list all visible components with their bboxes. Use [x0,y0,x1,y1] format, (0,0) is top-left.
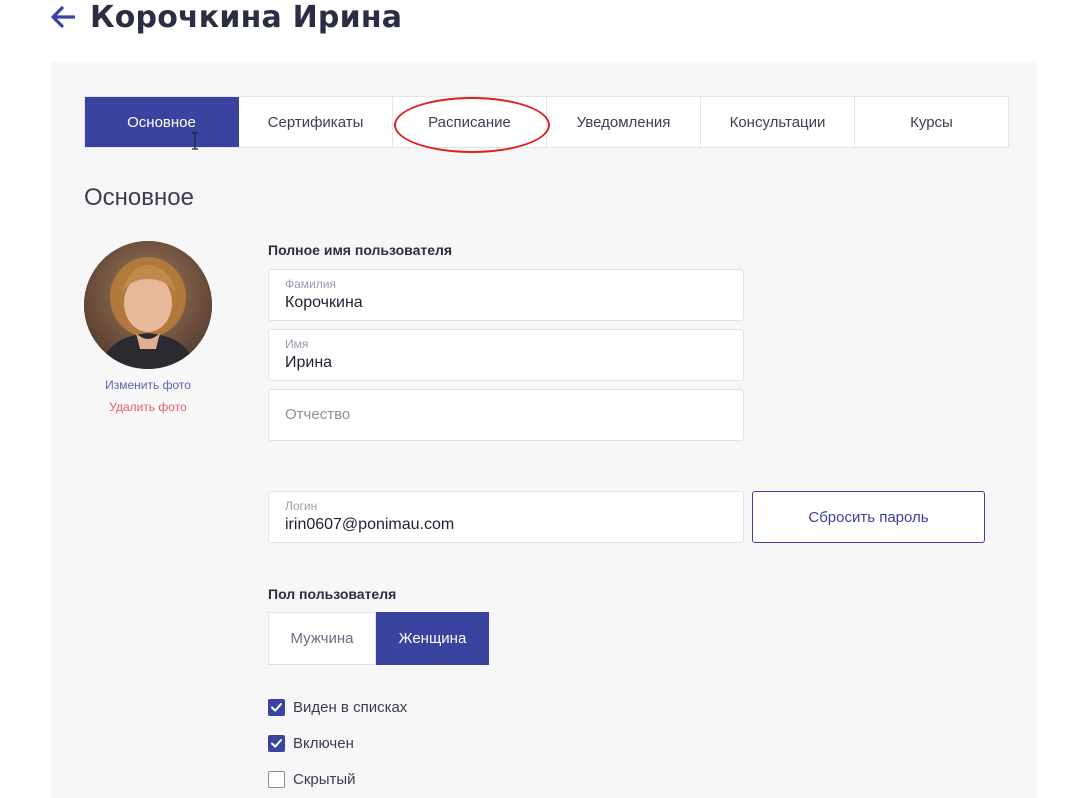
reset-password-button[interactable]: Сбросить пароль [752,491,985,543]
visible-in-lists-checkbox-row[interactable]: Виден в списках [268,699,407,716]
visible-in-lists-checkbox[interactable] [268,699,285,716]
last-name-field[interactable]: Фамилия Корочкина [268,269,744,321]
gender-heading: Пол пользователя [268,586,397,602]
login-field[interactable]: Логин irin0607@ponimau.com [268,491,744,543]
login-label: Логин [285,499,318,513]
last-name-value: Корочкина [285,294,363,311]
tab-courses[interactable]: Курсы [855,97,1008,147]
tab-schedule[interactable]: Расписание [393,97,547,147]
enabled-checkbox-row[interactable]: Включен [268,735,354,752]
hidden-checkbox[interactable] [268,771,285,788]
hidden-label: Скрытый [293,771,356,788]
last-name-label: Фамилия [285,277,336,291]
middle-name-field[interactable]: Отчество [268,389,744,441]
section-title: Основное [84,184,194,211]
enabled-label: Включен [293,735,354,752]
back-arrow-icon[interactable] [50,4,76,30]
change-photo-link[interactable]: Изменить фото [84,378,212,392]
first-name-field[interactable]: Имя Ирина [268,329,744,381]
page-title: Корочкина Ирина [90,0,403,35]
page-header: Корочкина Ирина [50,0,403,35]
tab-notifications[interactable]: Уведомления [547,97,701,147]
delete-photo-link[interactable]: Удалить фото [84,400,212,414]
gender-option-female[interactable]: Женщина [376,612,489,665]
first-name-value: Ирина [285,354,333,371]
user-avatar [84,241,212,369]
gender-option-male[interactable]: Мужчина [268,612,376,665]
profile-card: Основное Сертификаты Расписание Уведомле… [50,62,1037,798]
hidden-checkbox-row[interactable]: Скрытый [268,771,356,788]
tab-certificates[interactable]: Сертификаты [239,97,393,147]
checkmark-icon [271,739,282,748]
checkmark-icon [271,703,282,712]
visible-in-lists-label: Виден в списках [293,699,408,716]
middle-name-placeholder: Отчество [285,406,351,423]
enabled-checkbox[interactable] [268,735,285,752]
gender-toggle: Мужчина Женщина [268,612,489,665]
tab-main[interactable]: Основное [85,97,239,147]
login-value: irin0607@ponimau.com [285,516,455,533]
full-name-heading: Полное имя пользователя [268,242,453,258]
first-name-label: Имя [285,337,309,351]
tab-bar: Основное Сертификаты Расписание Уведомле… [84,96,1009,148]
tab-consultations[interactable]: Консультации [701,97,855,147]
